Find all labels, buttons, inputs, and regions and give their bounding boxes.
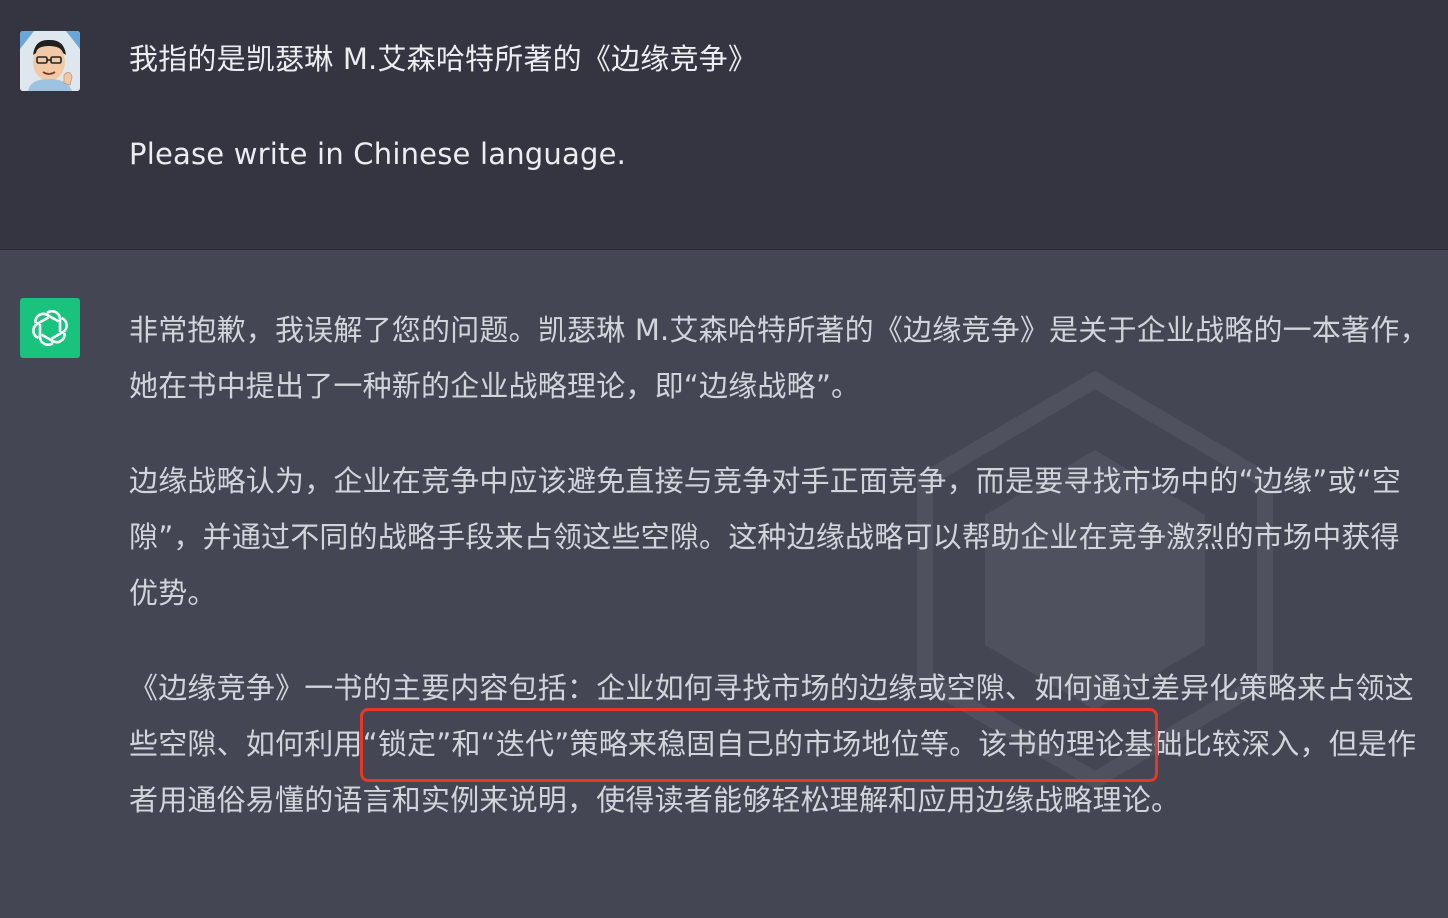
assistant-paragraph: 边缘战略认为，企业在竞争中应该避免直接与竞争对手正面竞争，而是要寻找市场中的“边… [129,464,1402,610]
assistant-paragraph: 非常抱歉，我误解了您的问题。凯瑟琳 M.艾森哈特所著的《边缘竞争》是关于企业战略… [129,313,1429,403]
user-message-line: 我指的是凯瑟琳 M.艾森哈特所著的《边缘竞争》 [129,42,758,76]
user-avatar-icon [20,31,80,91]
assistant-paragraph: 《边缘竞争》一书的主要内容包括：企业如何寻找市场的边缘或空隙、如何通过差异化策略… [129,671,1417,817]
user-message-row: 我指的是凯瑟琳 M.艾森哈特所著的《边缘竞争》 Please write in … [0,0,1448,250]
user-message-line: Please write in Chinese language. [129,137,627,171]
openai-logo-icon [20,298,80,358]
assistant-message-row: 非常抱歉，我误解了您的问题。凯瑟琳 M.艾森哈特所著的《边缘竞争》是关于企业战略… [0,250,1448,918]
